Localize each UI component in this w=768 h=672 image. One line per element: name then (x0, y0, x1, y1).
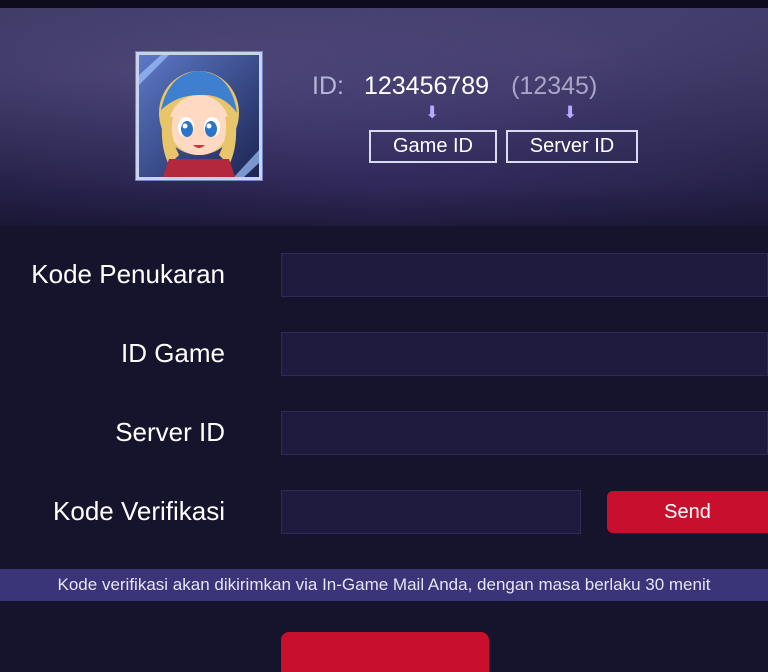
server-id-input[interactable] (281, 411, 768, 455)
game-id-label: ID Game (120, 338, 225, 368)
server-id-label: Server ID (115, 417, 225, 447)
game-id-input[interactable] (281, 332, 768, 376)
arrow-down-icon: ⬇ (425, 103, 440, 122)
avatar (136, 52, 262, 180)
verification-code-label: Kode Verifikasi (53, 496, 225, 526)
server-id-caption: Server ID (506, 130, 638, 163)
profile-banner (0, 8, 768, 226)
verification-notice: Kode verifikasi akan dikirimkan via In-G… (0, 569, 768, 601)
hero-portrait-icon (139, 55, 259, 177)
redeem-code-label: Kode Penukaran (31, 259, 225, 289)
player-id-row: ID: 123456789 (12345) (312, 70, 597, 102)
server-id-value: (12345) (511, 71, 598, 100)
send-code-button[interactable]: Send (607, 491, 768, 533)
game-id-caption: Game ID (369, 130, 497, 163)
id-label: ID: (312, 71, 344, 100)
redeem-code-input[interactable] (281, 253, 768, 297)
game-id-value: 123456789 (363, 71, 490, 100)
top-bar (0, 0, 768, 8)
verification-code-input[interactable] (281, 490, 581, 534)
arrow-down-icon: ⬇ (563, 103, 578, 122)
submit-button[interactable] (281, 632, 489, 672)
